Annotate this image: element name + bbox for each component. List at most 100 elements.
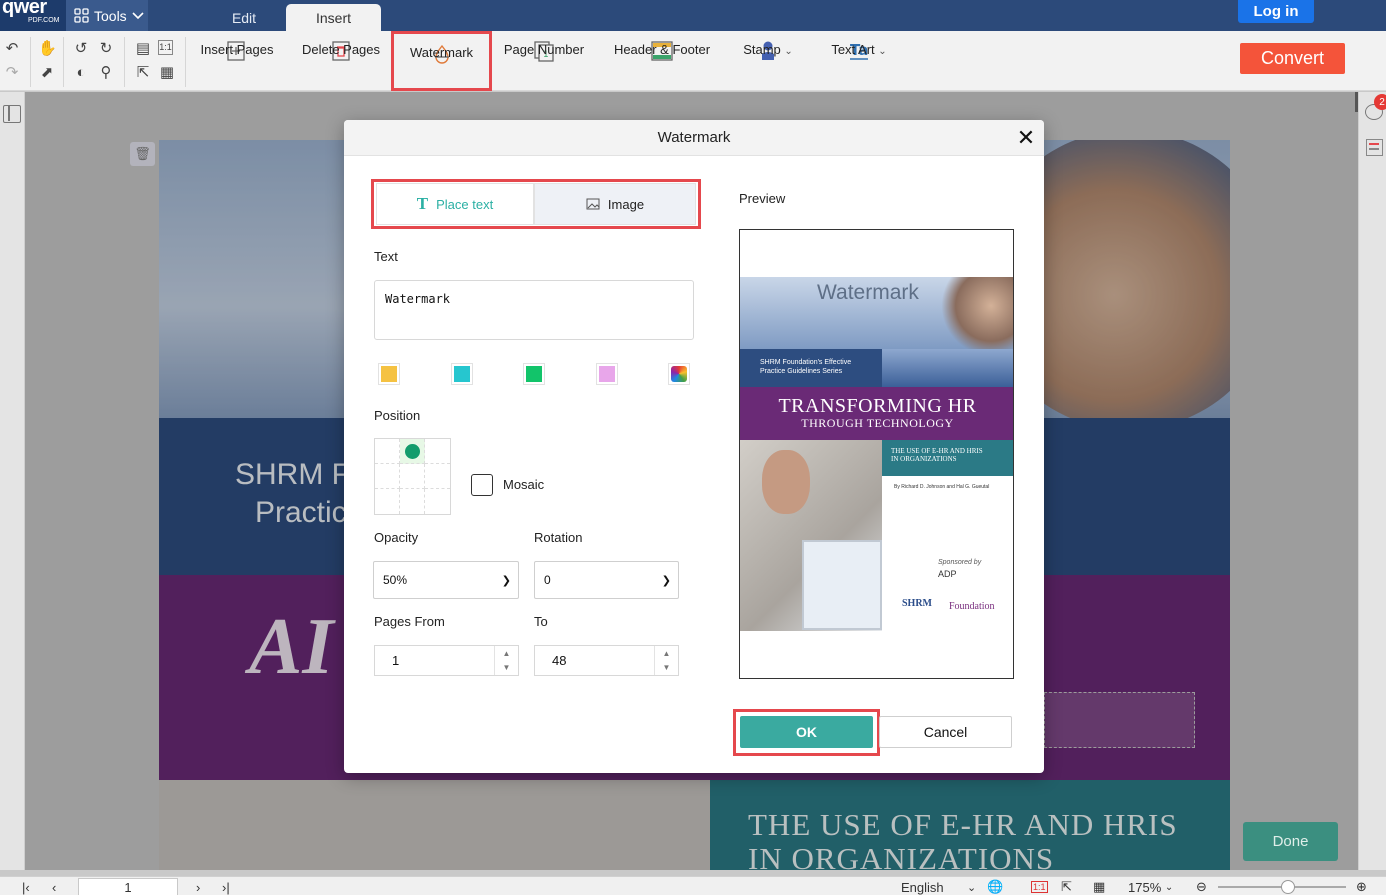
- color-swatch-pink[interactable]: [596, 363, 618, 385]
- close-icon[interactable]: ✕: [1016, 127, 1036, 149]
- stepper[interactable]: ▲ ▼: [494, 646, 518, 675]
- position-cell[interactable]: [375, 464, 400, 489]
- chevron-up-icon[interactable]: ▲: [503, 649, 511, 658]
- zoom-slider-handle[interactable]: [1281, 880, 1295, 894]
- position-cell[interactable]: [425, 464, 450, 489]
- trash-icon[interactable]: 🗑: [130, 142, 155, 166]
- color-picker-icon[interactable]: [668, 363, 690, 385]
- preview-panel: SHRM Foundation's Effective Practice Gui…: [739, 229, 1014, 679]
- opacity-select[interactable]: 50% ❯: [373, 561, 519, 599]
- hand-icon[interactable]: ✋: [38, 40, 57, 58]
- preview-series-text: Practice Guidelines Series: [760, 368, 843, 375]
- chevron-down-icon: ❯: [501, 575, 511, 587]
- fit-width-icon[interactable]: ⇱: [1061, 878, 1072, 895]
- position-cell[interactable]: [400, 464, 425, 489]
- grid-icon: [74, 8, 89, 23]
- actual-size-icon[interactable]: 1:1: [1031, 878, 1048, 895]
- chevron-down-icon[interactable]: ▼: [663, 663, 671, 672]
- rotation-select[interactable]: 0 ❯: [534, 561, 679, 599]
- language-label: English: [901, 879, 944, 895]
- thumbnail-panel-icon[interactable]: [3, 105, 21, 123]
- status-bar: |‹ ‹ 1 › ›| English ⌄ 🌐 1:1 ⇱ ▦ 175% ⌄ ⊖…: [0, 876, 1386, 895]
- swatch-fill: [454, 366, 470, 382]
- position-cell[interactable]: [425, 489, 450, 514]
- globe-icon[interactable]: 🌐: [987, 878, 1003, 895]
- watermark-button[interactable]: Watermark: [391, 31, 492, 91]
- tab-place-text[interactable]: T Place text: [376, 183, 534, 225]
- preview-image: SHRM Foundation's Effective Practice Gui…: [740, 277, 1013, 631]
- preview-person: [762, 450, 810, 514]
- next-page-icon[interactable]: ›: [196, 878, 200, 895]
- preview-monitor: [802, 540, 882, 630]
- preview-title: TRANSFORMING HR: [778, 395, 977, 417]
- preview-foundation-logo: Foundation: [949, 601, 995, 612]
- login-button[interactable]: Log in: [1238, 0, 1314, 23]
- position-cell[interactable]: [375, 439, 400, 464]
- pages-from-input[interactable]: 1 ▲ ▼: [374, 645, 519, 676]
- header-footer-button[interactable]: Header & Footer: [612, 31, 712, 91]
- fit-screen-icon[interactable]: ▦: [158, 64, 176, 82]
- top-bar: qwer PDF.COM Tools Edit Insert Log in: [0, 0, 1386, 31]
- swatch-fill: [599, 366, 615, 382]
- delete-pages-button[interactable]: Delete Pages: [299, 31, 383, 91]
- pages-from-label: Pages From: [374, 614, 445, 629]
- zoom-in-icon[interactable]: ⊕: [1356, 878, 1367, 895]
- app-logo[interactable]: qwer PDF.COM: [0, 0, 66, 31]
- cancel-button[interactable]: Cancel: [879, 716, 1012, 748]
- done-button[interactable]: Done: [1243, 822, 1338, 861]
- stamp-label: Stamp ⌄: [743, 42, 793, 57]
- insert-pages-button[interactable]: Insert Pages: [197, 31, 277, 91]
- rotate-right-icon[interactable]: ↻: [97, 40, 115, 58]
- convert-button[interactable]: Convert: [1240, 43, 1345, 74]
- position-cell[interactable]: [400, 489, 425, 514]
- fit-page-icon[interactable]: ▦: [1093, 878, 1105, 895]
- text-art-button[interactable]: Ta Text Art ⌄: [824, 31, 894, 91]
- pages-to-input[interactable]: 48 ▲ ▼: [534, 645, 679, 676]
- preview-shrm-logo: SHRM: [902, 598, 932, 609]
- tab-insert[interactable]: Insert: [286, 4, 381, 31]
- tab-place-text-label: Place text: [436, 196, 494, 212]
- contrast-icon[interactable]: ◐: [72, 64, 90, 82]
- scrollbar-thumb[interactable]: [1355, 92, 1358, 112]
- actual-size-icon[interactable]: 1:1: [158, 40, 173, 55]
- list-icon[interactable]: [1366, 139, 1383, 156]
- text-label: Text: [374, 249, 398, 264]
- tab-image[interactable]: Image: [534, 183, 696, 225]
- zoom-out-icon[interactable]: ⊖: [1196, 878, 1207, 895]
- ok-button[interactable]: OK: [740, 716, 873, 748]
- stamp-button[interactable]: Stamp ⌄: [736, 31, 800, 91]
- position-cell-selected[interactable]: [400, 439, 425, 464]
- chevron-up-icon[interactable]: ▲: [663, 649, 671, 658]
- tools-menu-button[interactable]: Tools: [66, 0, 148, 31]
- first-page-icon[interactable]: |‹: [22, 878, 30, 895]
- fit-page-icon[interactable]: ▤: [134, 40, 152, 58]
- undo-icon[interactable]: ↶: [3, 40, 21, 58]
- chevron-down-icon[interactable]: ▼: [503, 663, 511, 672]
- position-cell[interactable]: [425, 439, 450, 464]
- stepper[interactable]: ▲ ▼: [654, 646, 678, 675]
- last-page-icon[interactable]: ›|: [222, 878, 230, 895]
- color-swatch-yellow[interactable]: [378, 363, 400, 385]
- image-icon: [586, 198, 600, 210]
- fit-width-icon[interactable]: ⇱: [134, 64, 152, 82]
- color-swatch-cyan[interactable]: [451, 363, 473, 385]
- page-number-input[interactable]: 1: [78, 878, 178, 895]
- select-arrow-icon[interactable]: ⬈: [38, 64, 56, 82]
- text-art-label: Text Art ⌄: [831, 42, 887, 57]
- zoom-icon[interactable]: ⚲: [97, 64, 115, 82]
- tab-edit[interactable]: Edit: [200, 4, 288, 31]
- chevron-down-icon[interactable]: ⌄: [967, 878, 976, 895]
- preview-sponsored: Sponsored by: [938, 559, 982, 566]
- position-cell[interactable]: [375, 489, 400, 514]
- mosaic-checkbox[interactable]: [471, 474, 493, 496]
- logo-subtext: PDF.COM: [28, 17, 60, 24]
- rotate-left-icon[interactable]: ↺: [72, 40, 90, 58]
- previous-page-icon[interactable]: ‹: [52, 878, 56, 895]
- preview-series-text: SHRM Foundation's Effective: [760, 359, 852, 366]
- watermark-text-input[interactable]: Watermark: [374, 280, 694, 340]
- color-swatch-green[interactable]: [523, 363, 545, 385]
- zoom-select[interactable]: 175% ⌄: [1128, 878, 1173, 895]
- redo-icon[interactable]: ↷: [3, 64, 21, 82]
- page-number-button[interactable]: 1 Page Number: [502, 31, 586, 91]
- language-select[interactable]: English: [901, 878, 944, 895]
